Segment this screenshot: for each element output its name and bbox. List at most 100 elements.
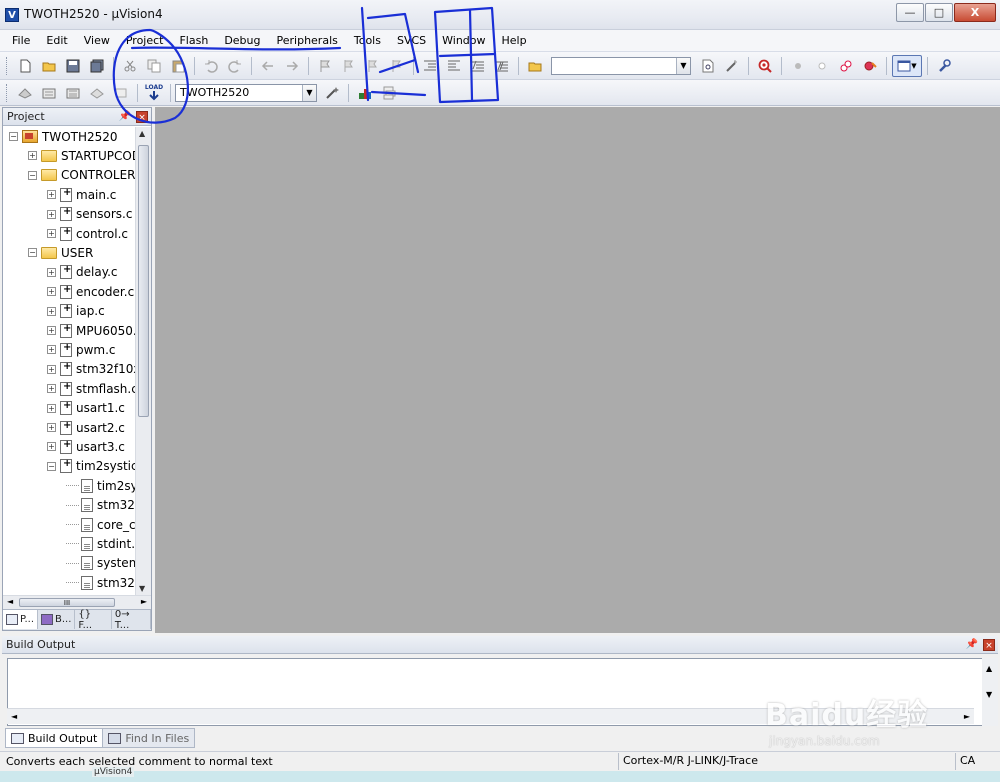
- menu-help[interactable]: Help: [494, 30, 535, 52]
- tree-item[interactable]: + encoder.c: [47, 282, 134, 301]
- menu-flash[interactable]: Flash: [171, 30, 216, 52]
- insert-bookmark-button[interactable]: [314, 55, 336, 77]
- menu-window[interactable]: Window: [434, 30, 493, 52]
- pin-icon[interactable]: 📌: [966, 636, 978, 654]
- tab-functions[interactable]: {} F...: [75, 609, 112, 631]
- tab-build-output[interactable]: Build Output: [5, 728, 104, 748]
- expander-icon[interactable]: +: [47, 306, 56, 316]
- navigate-back-button[interactable]: [257, 55, 279, 77]
- rebuild-button[interactable]: [62, 82, 84, 104]
- tree-item[interactable]: stm32f10x.h: [66, 496, 135, 515]
- tree-item[interactable]: − tim2systick.c: [47, 457, 135, 476]
- expander-icon[interactable]: +: [47, 209, 56, 219]
- tab-templates[interactable]: 0→ T...: [112, 609, 151, 631]
- tree-item[interactable]: + delay.c: [47, 263, 118, 282]
- save-all-button[interactable]: [86, 55, 108, 77]
- configure-button[interactable]: [933, 55, 955, 77]
- tree-item[interactable]: tim2systick.h: [66, 476, 135, 495]
- tree-item[interactable]: − CONTROLER: [28, 166, 135, 185]
- menu-file[interactable]: File: [4, 30, 38, 52]
- chevron-down-icon[interactable]: ▼: [302, 84, 316, 101]
- close-button[interactable]: X: [954, 3, 996, 22]
- build-output-vertical-scrollbar[interactable]: ▲ ▼: [982, 658, 998, 726]
- menu-debug[interactable]: Debug: [216, 30, 268, 52]
- find-in-files-button[interactable]: [524, 55, 546, 77]
- cut-button[interactable]: [119, 55, 141, 77]
- stop-build-button[interactable]: [110, 82, 132, 104]
- target-select[interactable]: TWOTH2520 ▼: [175, 83, 317, 102]
- new-file-button[interactable]: [14, 55, 36, 77]
- file-extensions-button[interactable]: [378, 82, 400, 104]
- build-button[interactable]: [38, 82, 60, 104]
- expander-icon[interactable]: −: [28, 170, 37, 180]
- menu-svcs[interactable]: SVCS: [389, 30, 434, 52]
- disable-all-breakpoints-button[interactable]: [835, 55, 857, 77]
- editor-area[interactable]: [155, 107, 1000, 633]
- incremental-find-button[interactable]: [721, 55, 743, 77]
- tree-item[interactable]: + usart3.c: [47, 437, 125, 456]
- expander-icon[interactable]: +: [47, 267, 56, 277]
- tree-item[interactable]: core_cm3.h: [66, 515, 135, 534]
- next-bookmark-button[interactable]: [362, 55, 384, 77]
- find-button[interactable]: [697, 55, 719, 77]
- expander-icon[interactable]: +: [47, 384, 56, 394]
- scroll-right-icon[interactable]: ►: [141, 597, 147, 606]
- tree-item[interactable]: + STARTUPCODE: [28, 146, 135, 165]
- scroll-left-icon[interactable]: ◄: [7, 597, 13, 606]
- menu-view[interactable]: View: [76, 30, 118, 52]
- tree-item[interactable]: + stm32f10x_it.c: [47, 360, 135, 379]
- target-options-button[interactable]: [321, 82, 343, 104]
- tree-item[interactable]: + usart2.c: [47, 418, 125, 437]
- toolbar-grip[interactable]: [6, 83, 9, 102]
- batch-build-button[interactable]: [86, 82, 108, 104]
- scroll-thumb[interactable]: [138, 145, 149, 417]
- menu-edit[interactable]: Edit: [38, 30, 75, 52]
- expander-icon[interactable]: −: [28, 248, 37, 258]
- tree-item[interactable]: + sensors.c: [47, 205, 132, 224]
- expander-icon[interactable]: +: [28, 151, 37, 161]
- save-button[interactable]: [62, 55, 84, 77]
- tree-item[interactable]: system_stm32f10x.h: [66, 554, 135, 573]
- paste-button[interactable]: [167, 55, 189, 77]
- expander-icon[interactable]: +: [47, 190, 56, 200]
- taskbar-item[interactable]: µVision4: [92, 767, 135, 777]
- enable-breakpoint-button[interactable]: [811, 55, 833, 77]
- debug-session-button[interactable]: [754, 55, 776, 77]
- menu-project[interactable]: Project: [118, 30, 172, 52]
- hscroll-thumb[interactable]: III: [19, 598, 115, 607]
- translate-button[interactable]: [14, 82, 36, 104]
- tree-item[interactable]: + stmflash.c: [47, 379, 135, 398]
- scroll-left-icon[interactable]: ◄: [11, 712, 17, 721]
- load-download-button[interactable]: LOAD: [143, 82, 165, 104]
- expander-icon[interactable]: +: [47, 364, 56, 374]
- expander-icon[interactable]: −: [9, 132, 18, 141]
- tree-item[interactable]: + pwm.c: [47, 340, 116, 359]
- maximize-button[interactable]: □: [925, 3, 953, 22]
- expander-icon[interactable]: −: [47, 461, 56, 471]
- scroll-up-icon[interactable]: ▲: [986, 664, 992, 673]
- expander-icon[interactable]: +: [47, 345, 56, 355]
- manage-components-button[interactable]: [354, 82, 376, 104]
- expander-icon[interactable]: +: [47, 326, 56, 335]
- pin-icon[interactable]: 📌: [119, 108, 131, 126]
- insert-breakpoint-button[interactable]: [787, 55, 809, 77]
- tree-item[interactable]: − TWOTH2520: [9, 127, 118, 146]
- close-panel-icon[interactable]: ×: [983, 639, 995, 651]
- toolbar-grip[interactable]: [6, 56, 9, 75]
- open-file-button[interactable]: [38, 55, 60, 77]
- redo-button[interactable]: [224, 55, 246, 77]
- menu-peripherals[interactable]: Peripherals: [269, 30, 346, 52]
- close-panel-icon[interactable]: ×: [136, 111, 148, 123]
- tree-item[interactable]: stdint.h: [66, 534, 135, 553]
- tab-project[interactable]: P...: [3, 610, 39, 629]
- expander-icon[interactable]: +: [47, 229, 56, 238]
- prev-bookmark-button[interactable]: [338, 55, 360, 77]
- project-vertical-scrollbar[interactable]: ▲ ▼: [135, 127, 151, 595]
- menu-tools[interactable]: Tools: [346, 30, 389, 52]
- window-layout-dropdown[interactable]: ▼: [892, 54, 922, 77]
- tree-item[interactable]: stm32f10x_conf.h: [66, 573, 135, 592]
- tree-item[interactable]: + usart1.c: [47, 399, 125, 418]
- find-combo[interactable]: ▼: [551, 56, 691, 75]
- kill-all-breakpoints-button[interactable]: [859, 55, 881, 77]
- tree-item[interactable]: + MPU6050.c: [47, 321, 135, 340]
